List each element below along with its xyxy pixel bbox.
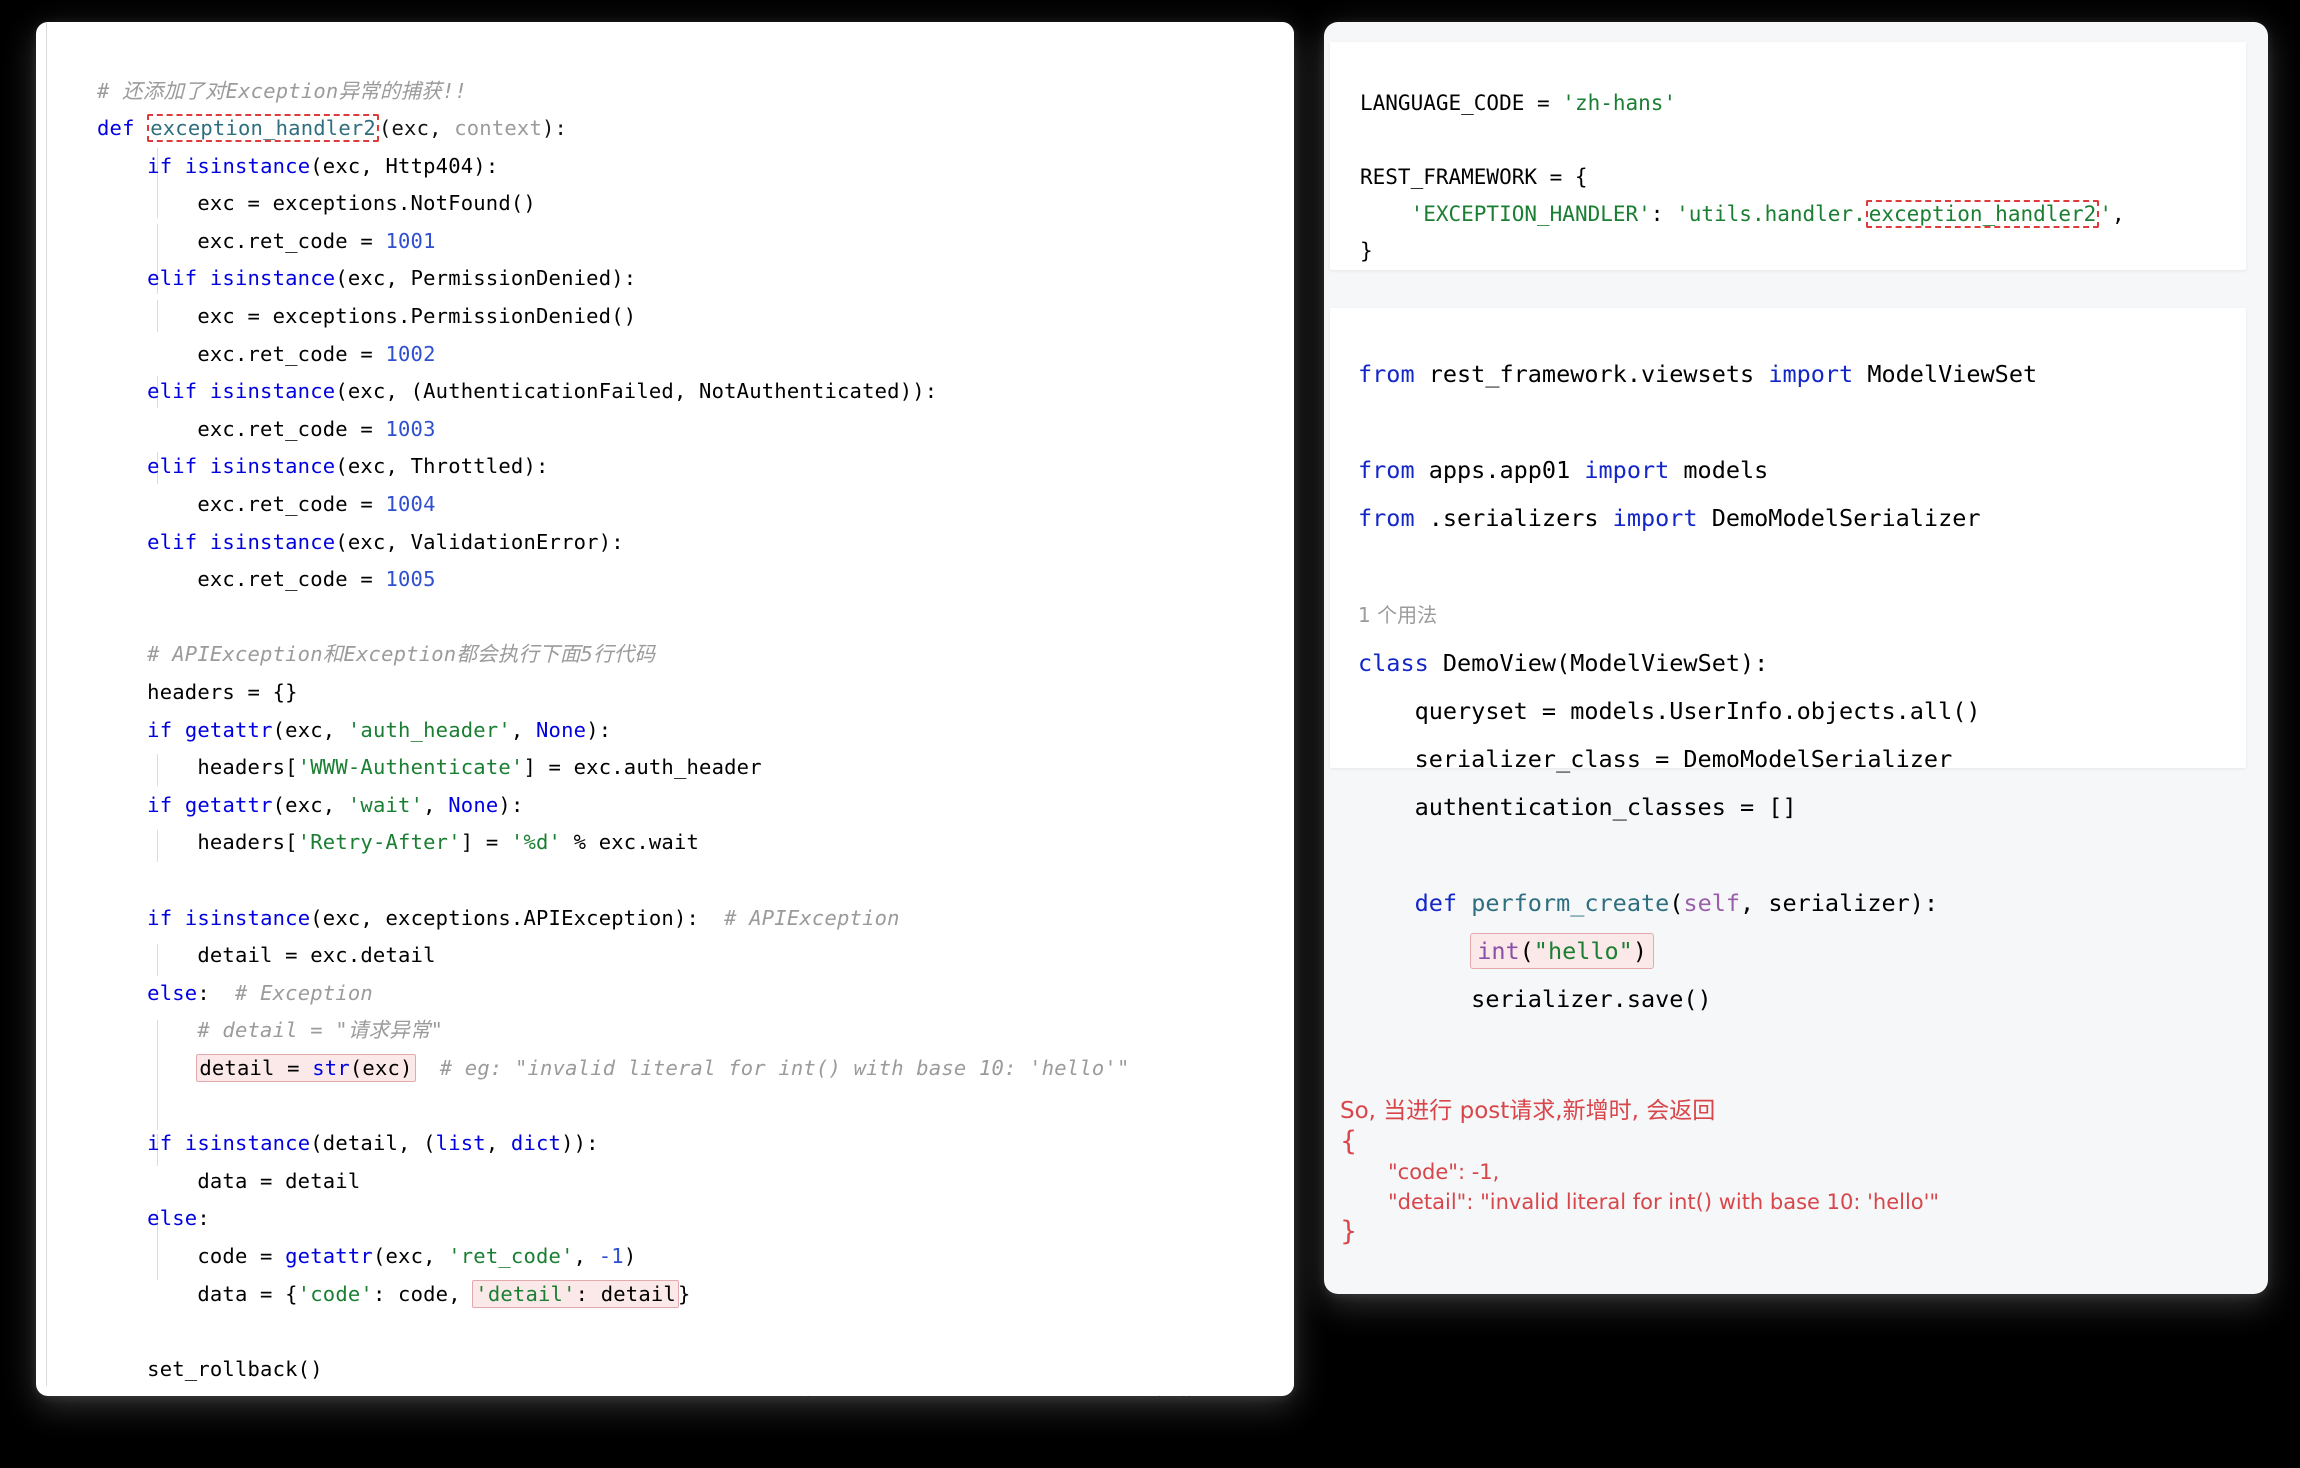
left-code-surface: # 还添加了对Exception异常的捕获!! def exception_ha… [46,22,1294,1386]
code-comment: # 还添加了对Exception异常的捕获!! [97,79,467,103]
annotated-handler-path: exception_handler2 [1866,200,2100,228]
highlight-detail-key: 'detail': detail [473,1281,678,1307]
views-code-text: from rest_framework.viewsets import Mode… [1358,350,2037,1023]
annotated-function-name: exception_handler2 [147,114,379,142]
views-code-box: from rest_framework.viewsets import Mode… [1330,308,2246,768]
left-code-text: # 还添加了对Exception异常的捕获!! def exception_ha… [97,73,1191,1397]
highlight-int-hello: int("hello") [1471,934,1653,968]
note-line-1: So, 当进行 post请求,新增时, 会返回 [1340,1095,2240,1128]
usage-hint: 1 个用法 [1358,603,1437,627]
keyword-def: def [97,116,135,140]
note-close-brace: } [1340,1218,2240,1246]
note-detail-line: "detail": "invalid literal for int() wit… [1388,1187,2240,1217]
note-code-line: "code": -1, [1388,1157,2240,1187]
handwritten-response-note: So, 当进行 post请求,新增时, 会返回 { "code": -1, "d… [1340,1095,2240,1246]
note-open-brace: { [1340,1128,2240,1156]
highlight-detail-str-exc: detail = str(exc) [197,1055,414,1081]
screenshot-root: # 还添加了对Exception异常的捕获!! def exception_ha… [0,0,2300,1468]
left-code-card: # 还添加了对Exception异常的捕获!! def exception_ha… [36,22,1294,1396]
settings-code-text: LANGUAGE_CODE = 'zh-hans' REST_FRAMEWORK… [1360,85,2125,270]
settings-code-box: LANGUAGE_CODE = 'zh-hans' REST_FRAMEWORK… [1330,42,2246,270]
